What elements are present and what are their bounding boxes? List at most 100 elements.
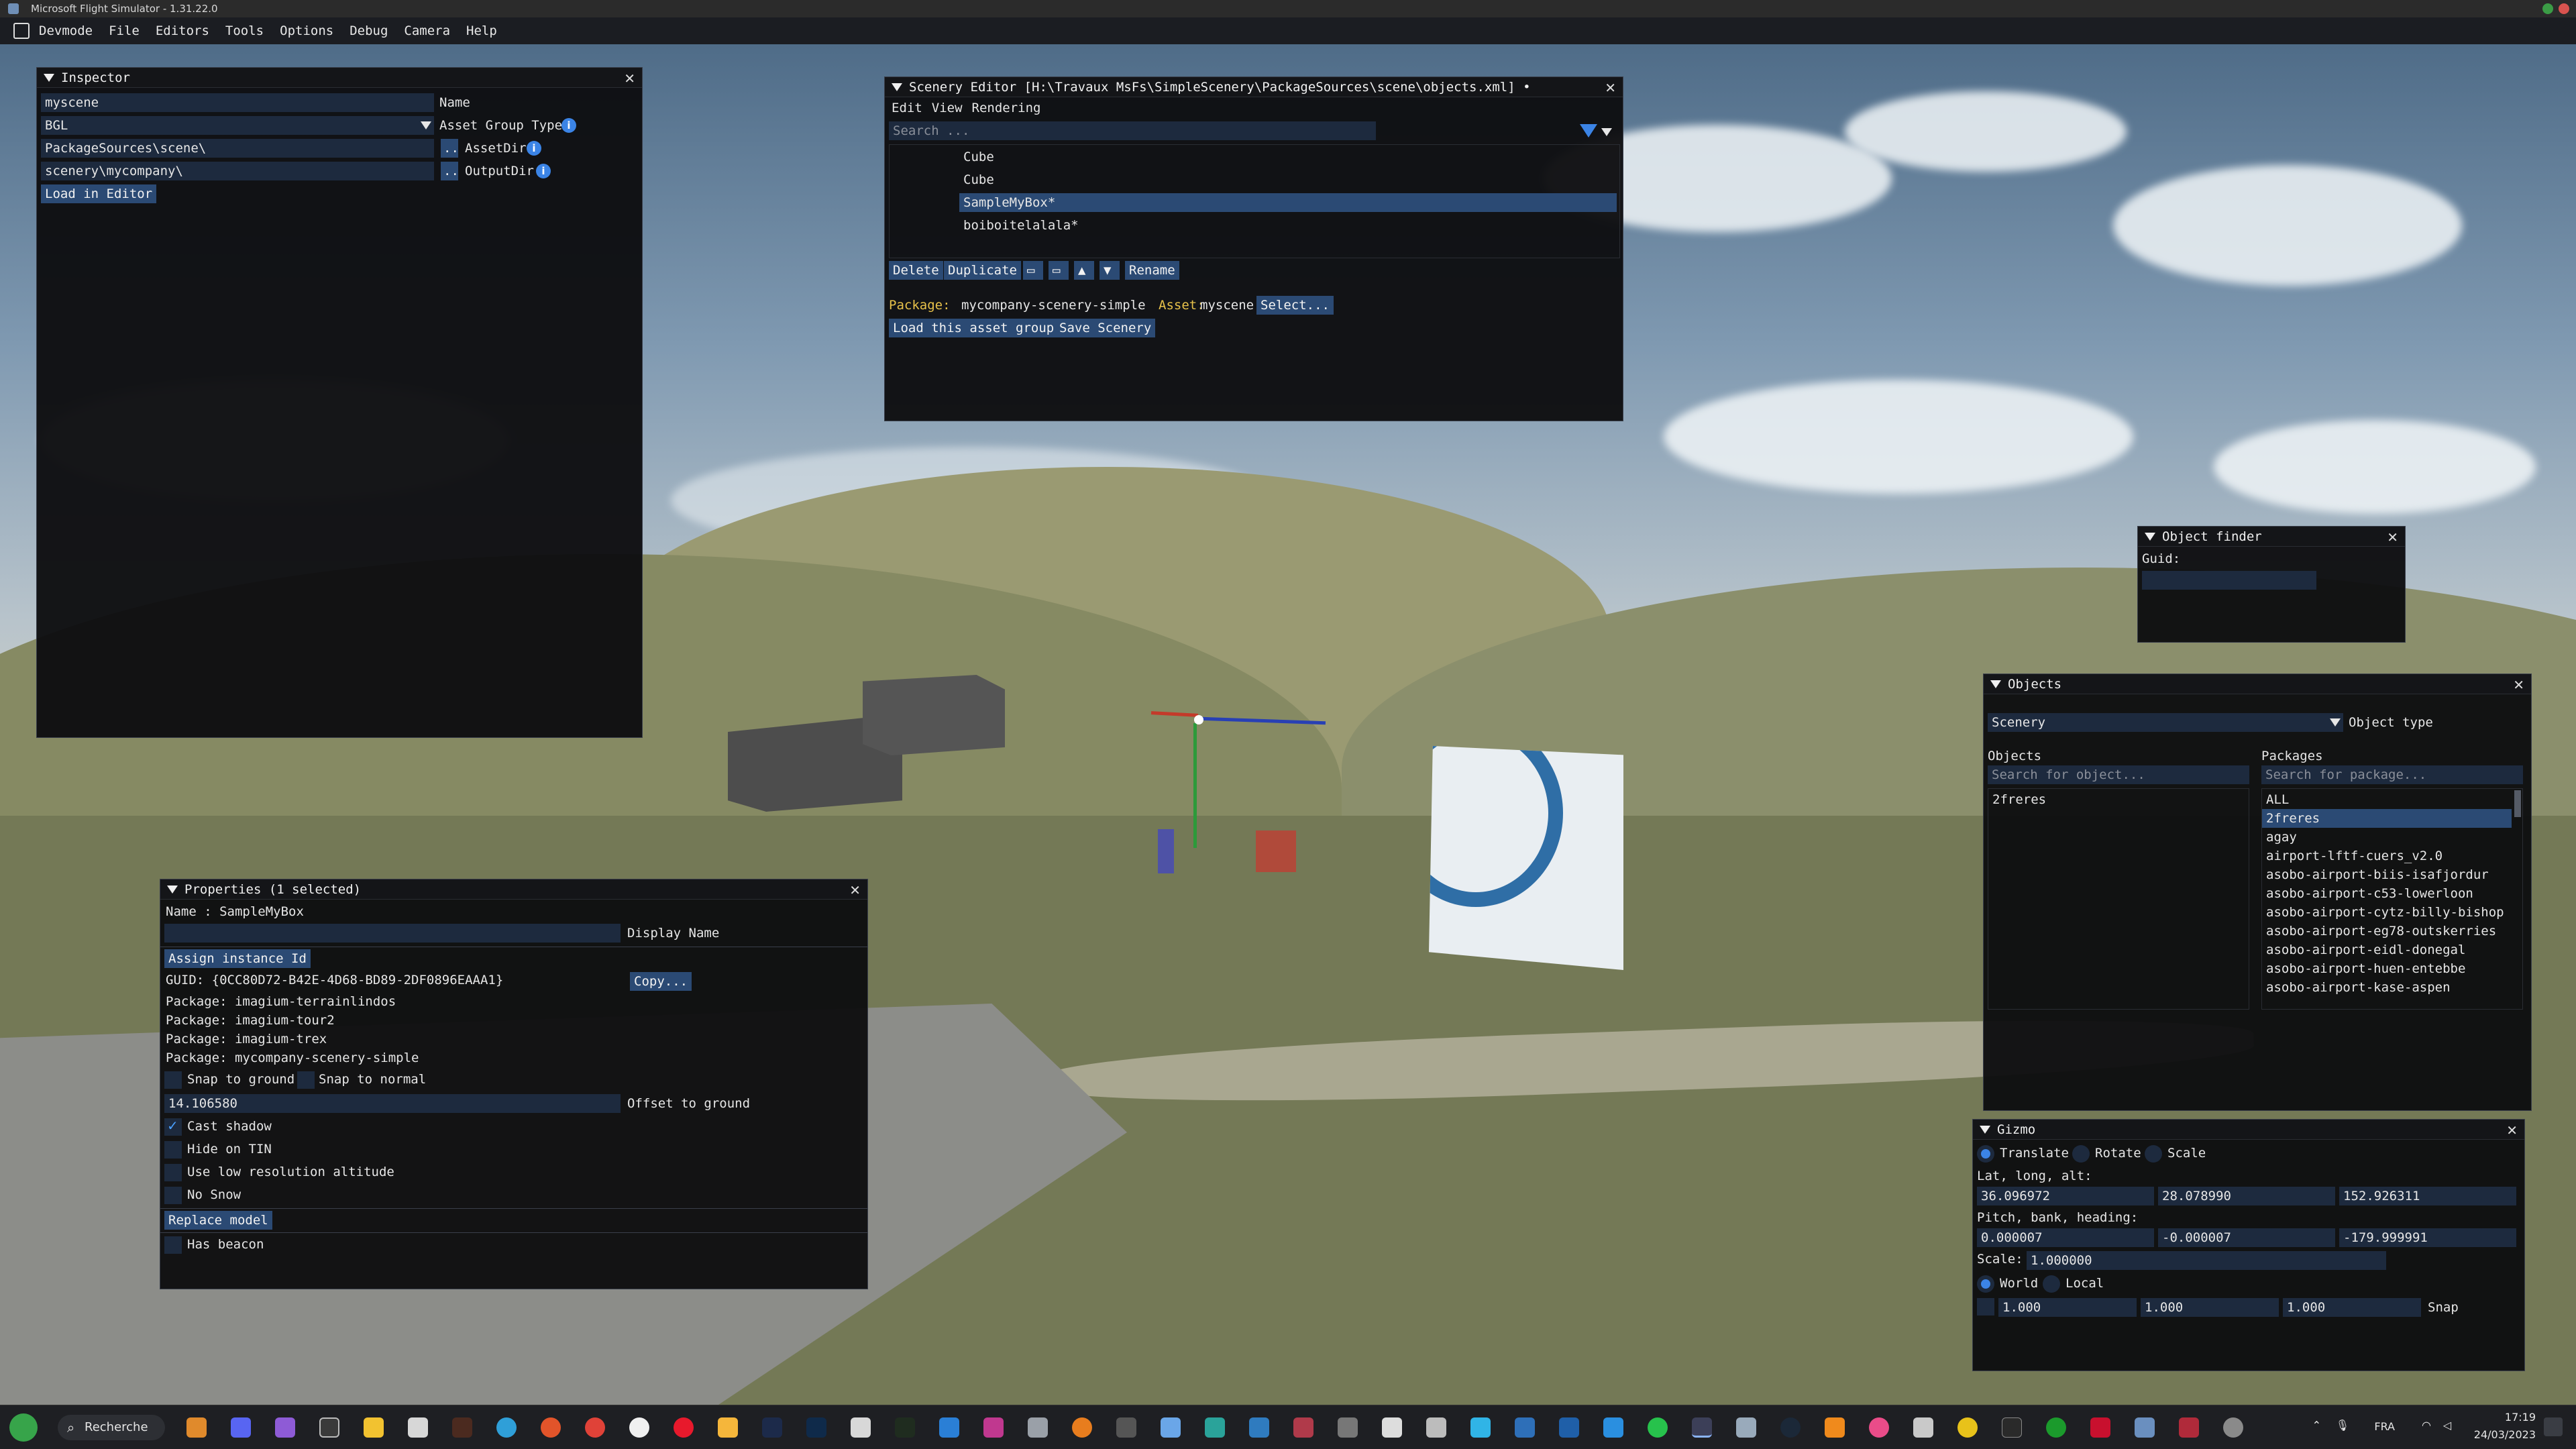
app-icon[interactable] [629,1417,649,1438]
clock-date[interactable]: 24/03/2023 [2474,1428,2536,1441]
app-icon[interactable] [1515,1417,1535,1438]
app-icon[interactable] [1603,1417,1623,1438]
app-icon[interactable] [1161,1417,1181,1438]
close-icon[interactable] [2559,3,2569,14]
edge-icon[interactable] [496,1417,517,1438]
collapse-icon[interactable] [2145,532,2155,541]
has-beacon-checkbox[interactable] [164,1236,182,1254]
snap-to-normal-checkbox[interactable] [297,1071,315,1089]
save-scenery-button[interactable]: Save Scenery [1055,319,1156,337]
app-icon[interactable] [983,1417,1004,1438]
list-item[interactable]: asobo-airport-c53-lowerloon [2262,884,2512,903]
object-search-input[interactable]: Search for object... [1988,765,2249,784]
list-item[interactable]: asobo-airport-biis-isafjordur [2262,865,2512,884]
folder-icon[interactable] [364,1417,384,1438]
chevron-up-icon[interactable]: ⌃ [2312,1419,2321,1432]
offset-to-ground-input[interactable]: 14.106580 [164,1094,621,1113]
collapse-icon[interactable] [44,73,54,82]
world-radio[interactable] [1977,1275,1994,1293]
opera-icon[interactable] [674,1417,694,1438]
replace-model-button[interactable]: Replace model [164,1211,272,1230]
whatsapp-icon[interactable] [1648,1417,1668,1438]
xbox-icon[interactable] [2046,1417,2066,1438]
volume-icon[interactable]: ◁ [2443,1419,2451,1432]
wifi-icon[interactable]: ◠ [2422,1419,2431,1432]
app-icon[interactable] [718,1417,738,1438]
menu-edit[interactable]: Edit [892,99,922,117]
folder-add-icon[interactable]: ▭ [1049,261,1069,280]
gizmo-y-axis[interactable] [1193,723,1197,848]
low-res-altitude-checkbox[interactable] [164,1164,182,1181]
app-icon[interactable] [2135,1417,2155,1438]
menu-debug[interactable]: Debug [350,23,388,38]
move-up-icon[interactable]: ▲ [1074,261,1094,280]
filter-icon[interactable] [1580,124,1597,138]
collapse-icon[interactable] [892,83,902,91]
list-item[interactable]: asobo-airport-eg78-outskerries [2262,922,2512,941]
inspector-title-bar[interactable]: Inspector ✕ [37,68,642,88]
music-icon[interactable] [1869,1417,1889,1438]
flight-simulator-icon[interactable] [1692,1417,1712,1438]
list-item[interactable]: SampleMyBox* [959,193,1617,212]
billboard-object[interactable] [1429,746,1623,970]
lightroom-icon[interactable] [762,1417,782,1438]
notification-icon[interactable] [2544,1417,2563,1436]
bank-input[interactable]: -0.000007 [2158,1228,2335,1247]
altitude-input[interactable]: 152.926311 [2339,1187,2516,1205]
scenery-editor-title-bar[interactable]: Scenery Editor [H:\Travaux MsFs\SimpleSc… [885,77,1623,97]
heading-input[interactable]: -179.999991 [2339,1228,2516,1247]
menu-options[interactable]: Options [280,23,333,38]
settings-icon[interactable] [2223,1417,2243,1438]
duplicate-button[interactable]: Duplicate [944,261,1021,280]
objects-title-bar[interactable]: Objects ✕ [1984,674,2531,694]
app-icon[interactable] [1338,1417,1358,1438]
menu-rendering[interactable]: Rendering [972,99,1041,117]
list-item[interactable]: asobo-airport-cytz-billy-bishop [2262,903,2512,922]
taskbar-search[interactable]: Recherche [58,1415,165,1440]
app-icon[interactable] [1028,1417,1048,1438]
chevron-down-icon[interactable] [421,121,431,129]
epic-games-icon[interactable] [2002,1417,2022,1438]
app-icon[interactable] [939,1417,959,1438]
close-icon[interactable]: ✕ [2513,677,2524,693]
start-icon[interactable] [9,1413,38,1442]
microphone-icon[interactable]: 🎙 [2336,1419,2349,1432]
scale-input[interactable]: 1.000000 [2027,1251,2386,1270]
load-in-editor-button[interactable]: Load in Editor [41,184,157,203]
language-indicator[interactable]: FRA [2374,1420,2395,1433]
gizmo-title-bar[interactable]: Gizmo ✕ [1973,1120,2524,1140]
object-finder-title-bar[interactable]: Object finder ✕ [2138,527,2405,547]
terminal-icon[interactable] [319,1417,339,1438]
close-icon[interactable]: ✕ [2387,529,2398,545]
assetdir-browse-button[interactable]: .. [441,139,459,158]
guid-input[interactable] [2142,571,2316,590]
app-icon[interactable] [2179,1417,2199,1438]
rename-button[interactable]: Rename [1125,261,1179,280]
object-type-select[interactable]: Scenery [1988,713,2343,732]
latitude-input[interactable]: 36.096972 [1977,1187,2154,1205]
assetdir-field[interactable]: PackageSources\scene\ [41,139,434,158]
collapse-icon[interactable] [1990,680,2001,688]
cast-shadow-checkbox[interactable] [164,1118,182,1136]
list-item[interactable]: 2freres [2262,809,2512,828]
info-icon[interactable]: i [536,164,551,178]
gizmo-handle[interactable] [1194,715,1203,724]
menu-devmode[interactable]: Devmode [39,23,93,38]
outputdir-browse-button[interactable]: .. [441,162,459,180]
package-search-input[interactable]: Search for package... [2261,765,2523,784]
menu-camera[interactable]: Camera [404,23,450,38]
list-item[interactable]: asobo-airport-eidl-donegal [2262,941,2512,959]
info-icon[interactable]: i [561,118,576,133]
menu-view[interactable]: View [932,99,963,117]
app-icon[interactable] [1559,1417,1579,1438]
delete-button[interactable]: Delete [889,261,943,280]
snap-x-input[interactable]: 1.000 [1998,1298,2137,1317]
collapse-icon[interactable] [167,885,178,894]
snap-checkbox[interactable] [1977,1298,1994,1316]
steam-icon[interactable] [1780,1417,1801,1438]
acrobat-icon[interactable] [2090,1417,2110,1438]
clock-time[interactable]: 17:19 [2505,1411,2536,1424]
scenery-search-input[interactable]: Search ... [889,121,1376,140]
folder-icon[interactable]: ▭ [1023,261,1043,280]
pitch-input[interactable]: 0.000007 [1977,1228,2154,1247]
